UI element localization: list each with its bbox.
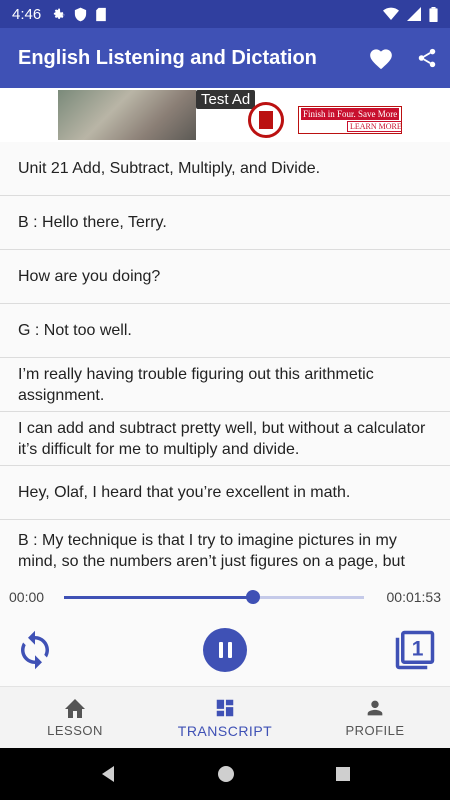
nav-transcript-label: TRANSCRIPT: [177, 722, 273, 739]
ad-banner[interactable]: Test Ad Finish in Four. Save More LEARN …: [58, 90, 402, 140]
nav-profile-label: PROFILE: [345, 723, 405, 738]
transcript-line[interactable]: Hey, Olaf, I heard that you’re excellent…: [0, 466, 450, 520]
seek-bar[interactable]: [64, 590, 364, 604]
seek-thumb[interactable]: [246, 590, 260, 604]
transcript-line[interactable]: How are you doing?: [0, 250, 450, 304]
gear-icon: [54, 8, 65, 19]
elapsed-time: 00:00: [9, 589, 45, 605]
repeat-icon[interactable]: [14, 626, 56, 674]
signal-icon: [407, 7, 421, 21]
audio-player: 00:00 00:01:53 1: [0, 570, 450, 686]
transcript-line[interactable]: B : Hello there, Terry.: [0, 196, 450, 250]
nav-transcript[interactable]: TRANSCRIPT: [150, 687, 300, 748]
ad-promo-text: Finish in Four. Save More: [301, 108, 399, 120]
app-title: English Listening and Dictation: [18, 46, 317, 69]
home-circle-icon[interactable]: [217, 765, 235, 783]
transcript-line[interactable]: G : Not too well.: [0, 304, 450, 358]
status-time: 4:46: [12, 5, 42, 23]
wifi-icon: [383, 7, 399, 20]
home-icon: [65, 699, 85, 718]
transcript-line[interactable]: I can add and subtract pretty well, but …: [0, 412, 450, 466]
recents-icon[interactable]: [335, 766, 351, 782]
ad-cta[interactable]: LEARN MORE: [347, 121, 402, 132]
shield-icon: [75, 7, 87, 21]
transcript-line[interactable]: B : My technique is that I try to imagin…: [0, 520, 450, 570]
test-ad-label: Test Ad: [196, 90, 256, 109]
sd-card-icon: [96, 7, 107, 21]
ad-image: [58, 90, 196, 140]
battery-icon: [429, 6, 438, 22]
nav-lesson-label: LESSON: [47, 723, 103, 738]
app-bar: English Listening and Dictation: [0, 28, 450, 88]
bottom-navigation: LESSON TRANSCRIPT PROFILE: [0, 686, 450, 748]
dashboard-icon: [216, 699, 234, 716]
person-icon: [367, 700, 383, 716]
ad-logo: [248, 102, 284, 138]
ad-banner-area: Test Ad Finish in Four. Save More LEARN …: [0, 88, 450, 142]
back-icon[interactable]: [99, 765, 117, 783]
pause-icon: [218, 642, 223, 658]
duration-time: 00:01:53: [386, 589, 442, 605]
status-bar: 4:46: [0, 0, 450, 28]
ad-promo-box: Finish in Four. Save More LEARN MORE: [298, 106, 402, 134]
transcript-list[interactable]: Unit 21 Add, Subtract, Multiply, and Div…: [0, 142, 450, 570]
share-icon[interactable]: [416, 46, 438, 70]
pause-button[interactable]: [203, 628, 247, 672]
seek-progress: [64, 596, 253, 599]
transcript-line[interactable]: I’m really having trouble figuring out t…: [0, 358, 450, 412]
repeat-one-copy-icon[interactable]: 1: [394, 628, 436, 672]
transcript-line[interactable]: Unit 21 Add, Subtract, Multiply, and Div…: [0, 142, 450, 196]
nav-profile[interactable]: PROFILE: [300, 687, 450, 748]
heart-icon[interactable]: [368, 46, 394, 70]
copy-badge-number: 1: [412, 637, 424, 660]
nav-lesson[interactable]: LESSON: [0, 687, 150, 748]
system-navigation-bar: [0, 748, 450, 800]
